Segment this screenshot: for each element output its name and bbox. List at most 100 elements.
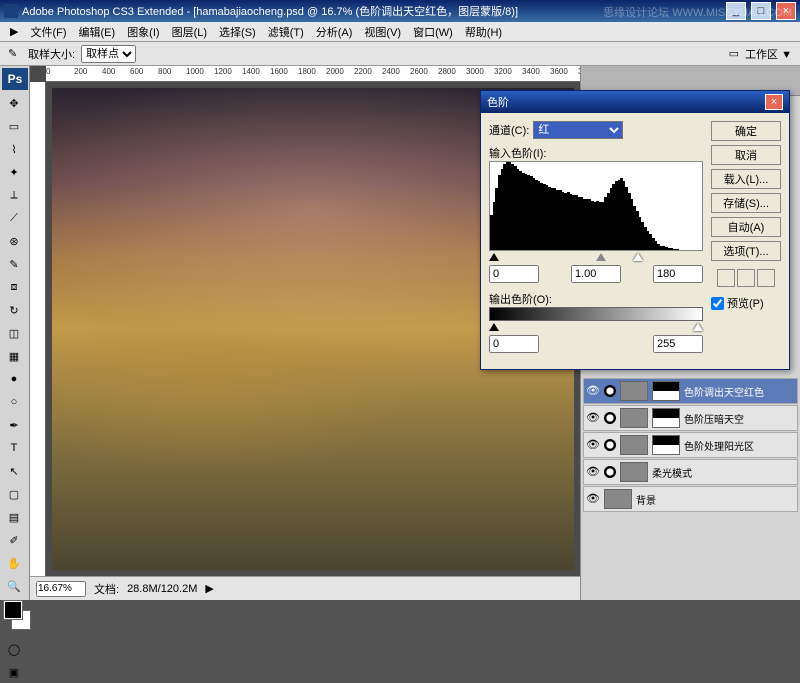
black-point-slider[interactable] [489,253,499,261]
notes-tool[interactable]: ▤ [2,506,26,528]
output-black-slider[interactable] [489,323,499,331]
crop-tool[interactable]: ⟂ [2,184,26,206]
color-swatches[interactable] [2,601,27,637]
options-button[interactable]: 选项(T)... [711,241,781,261]
channel-label: 通道(C): [489,122,529,138]
save-button[interactable]: 存储(S)... [711,193,781,213]
layer-row[interactable]: 👁色阶调出天空红色 [583,378,798,404]
slice-tool[interactable]: ⟋ [2,207,26,229]
zoom-tool[interactable]: 🔍 [2,575,26,597]
load-button[interactable]: 载入(L)... [711,169,781,189]
layer-row[interactable]: 👁 柔光模式 [583,459,798,485]
menu-analysis[interactable]: 分析(A) [310,22,359,42]
preview-check-input[interactable] [711,297,724,310]
dodge-tool[interactable]: ○ [2,391,26,413]
layer-row[interactable]: 👁 色阶压暗天空 [583,405,798,431]
eraser-tool[interactable]: ◫ [2,322,26,344]
input-gamma-field[interactable] [571,265,621,283]
layer-thumb[interactable] [620,381,648,401]
black-eyedropper-icon[interactable] [717,269,735,287]
layer-mask[interactable] [652,435,680,455]
zoom-input[interactable] [36,581,86,597]
layer-name: 色阶压暗天空 [684,411,795,426]
brush-tool[interactable]: ✎ [2,253,26,275]
gamma-slider[interactable] [596,253,606,261]
output-white-field[interactable] [653,335,703,353]
layer-name: 色阶处理阳光区 [684,438,795,453]
visibility-icon[interactable]: 👁 [586,411,600,425]
layer-mask[interactable] [652,408,680,428]
gray-eyedropper-icon[interactable] [737,269,755,287]
cancel-button[interactable]: 取消 [711,145,781,165]
white-eyedropper-icon[interactable] [757,269,775,287]
output-white-slider[interactable] [693,323,703,331]
dialog-titlebar[interactable]: 色阶 × [481,91,789,113]
layer-name: 背景 [636,492,795,507]
move-tool[interactable]: ✥ [2,92,26,114]
menu-select[interactable]: 选择(S) [213,22,262,42]
dialog-title: 色阶 [487,94,509,110]
screen-mode-icon[interactable]: ▭ [729,47,739,60]
foreground-color[interactable] [4,601,22,619]
white-point-slider[interactable] [633,253,643,261]
menu-image[interactable]: 图象(I) [121,22,165,42]
lasso-tool[interactable]: ⌇ [2,138,26,160]
stamp-tool[interactable]: ⧈ [2,276,26,298]
hand-tool[interactable]: ✋ [2,552,26,574]
menu-file[interactable]: 文件(F) [24,22,72,42]
auto-button[interactable]: 自动(A) [711,217,781,237]
eyedropper-tool[interactable]: ✐ [2,529,26,551]
layer-thumb[interactable] [620,462,648,482]
channel-select[interactable]: 红 [533,121,623,139]
quickmask-icon[interactable]: ◯ [2,638,26,660]
adjustment-icon [604,439,616,451]
menu-filter[interactable]: 滤镜(T) [262,22,310,42]
layer-thumb[interactable] [620,435,648,455]
wand-tool[interactable]: ✦ [2,161,26,183]
status-arrow-icon[interactable]: ▶ [205,582,213,595]
history-brush-tool[interactable]: ↻ [2,299,26,321]
layer-thumb[interactable] [604,489,632,509]
menu-window[interactable]: 窗口(W) [407,22,459,42]
visibility-icon[interactable]: 👁 [586,384,600,398]
layer-name: 柔光模式 [652,465,795,480]
gradient-tool[interactable]: ▦ [2,345,26,367]
visibility-icon[interactable]: 👁 [586,492,600,506]
horizontal-ruler: 0200400600800100012001400160018002000220… [46,66,580,82]
adjustment-icon [604,412,616,424]
histogram [489,161,703,251]
path-tool[interactable]: ↖ [2,460,26,482]
pen-tool[interactable]: ✒ [2,414,26,436]
menu-edit[interactable]: 编辑(E) [73,22,122,42]
tools-panel: Ps ✥ ▭ ⌇ ✦ ⟂ ⟋ ⊛ ✎ ⧈ ↻ ◫ ▦ ● ○ ✒ T ↖ ▢ ▤… [0,66,30,600]
blur-tool[interactable]: ● [2,368,26,390]
input-white-field[interactable] [653,265,703,283]
ps-menu-icon[interactable]: ▶ [4,23,24,40]
visibility-icon[interactable]: 👁 [586,438,600,452]
output-black-field[interactable] [489,335,539,353]
type-tool[interactable]: T [2,437,26,459]
input-black-field[interactable] [489,265,539,283]
preview-checkbox[interactable]: 预览(P) [711,295,781,311]
workspace-menu[interactable]: 工作区 ▼ [745,46,792,62]
adjustment-icon [604,385,616,397]
ok-button[interactable]: 确定 [711,121,781,141]
sample-size-select[interactable]: 取样点 [81,45,136,63]
layer-row[interactable]: 👁 色阶处理阳光区 [583,432,798,458]
layer-mask[interactable] [652,381,680,401]
dialog-close-button[interactable]: × [765,94,783,110]
input-levels-label: 输入色阶(I): [489,145,703,161]
screenmode-icon[interactable]: ▣ [2,661,26,683]
layer-row[interactable]: 👁 背景 [583,486,798,512]
marquee-tool[interactable]: ▭ [2,115,26,137]
menu-layer[interactable]: 图层(L) [166,22,213,42]
input-slider[interactable] [489,253,703,261]
sample-size-label: 取样大小: [28,46,75,62]
heal-tool[interactable]: ⊛ [2,230,26,252]
output-slider[interactable] [489,323,703,331]
visibility-icon[interactable]: 👁 [586,465,600,479]
layer-thumb[interactable] [620,408,648,428]
shape-tool[interactable]: ▢ [2,483,26,505]
menu-view[interactable]: 视图(V) [358,22,407,42]
menu-help[interactable]: 帮助(H) [459,22,508,42]
